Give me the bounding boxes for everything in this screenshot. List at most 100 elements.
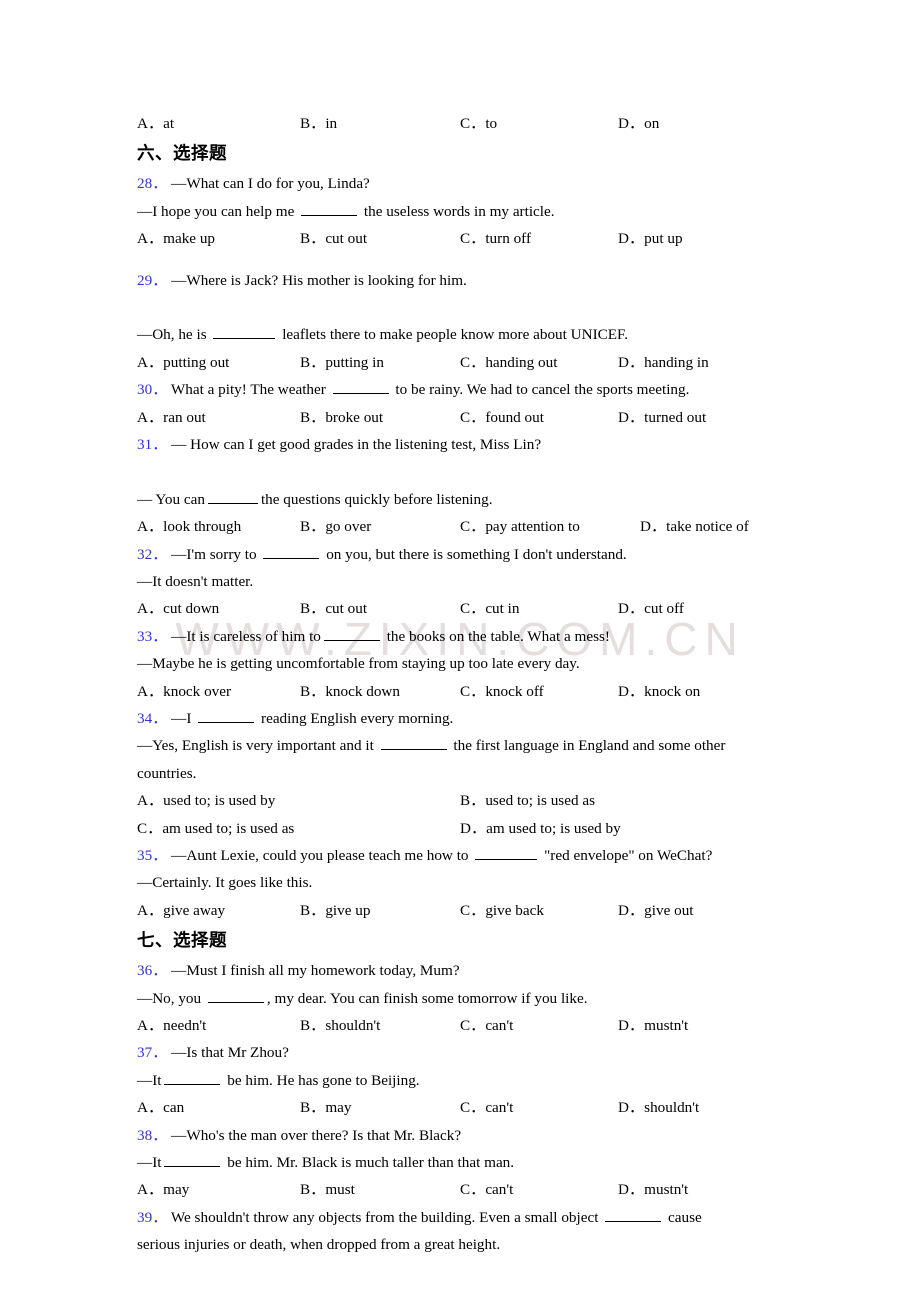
option-b[interactable]: B．broke out <box>300 404 383 431</box>
option-d[interactable]: D．knock on <box>618 678 700 705</box>
option-d[interactable]: D．give out <box>618 897 694 924</box>
option-a[interactable]: A．putting out <box>137 349 229 376</box>
option-d[interactable]: D．cut off <box>618 595 684 622</box>
answer-blank[interactable] <box>213 324 276 340</box>
question-34-number: 34． <box>137 709 168 727</box>
option-c[interactable]: C．knock off <box>460 678 544 705</box>
question-30-text-a: What a pity! The weather <box>170 381 330 399</box>
option-c[interactable]: C．cut in <box>460 595 519 622</box>
answer-blank[interactable] <box>164 1152 221 1167</box>
option-b[interactable]: B．may <box>300 1094 351 1121</box>
question-31-options: A．look through B．go over C．pay attention… <box>137 513 783 540</box>
question-38-text2b: be him. Mr. Black is much taller than th… <box>223 1154 515 1171</box>
option-d[interactable]: D．put up <box>618 225 683 252</box>
option-a[interactable]: A．can <box>137 1094 184 1121</box>
option-b[interactable]: B．go over <box>300 513 371 540</box>
option-b[interactable]: B．putting in <box>300 349 384 376</box>
answer-blank[interactable] <box>263 543 320 559</box>
option-d[interactable]: D．mustn't <box>618 1012 688 1039</box>
option-b[interactable]: B．knock down <box>300 678 400 705</box>
question-37-stem-line1: 37． —Is that Mr Zhou? <box>137 1039 783 1066</box>
question-34-options-row2: C．am used to; is used as D．am used to; i… <box>137 815 783 842</box>
question-38-text2a: —It <box>137 1154 162 1171</box>
option-b[interactable]: B．in <box>300 110 337 137</box>
question-39-number: 39． <box>137 1208 168 1226</box>
question-33-text-b: the books on the table. What a mess! <box>382 627 610 645</box>
option-c[interactable]: C．can't <box>460 1012 513 1039</box>
question-34-text2a: —Yes, English is very important and it <box>137 737 378 755</box>
option-b[interactable]: B．cut out <box>300 595 367 622</box>
option-a[interactable]: A．needn't <box>137 1012 206 1039</box>
option-c[interactable]: C．can't <box>460 1176 513 1203</box>
answer-blank[interactable] <box>475 845 538 860</box>
question-33-stem-line1: 33． —It is careless of him to the books … <box>137 623 783 650</box>
option-d[interactable]: D．on <box>618 110 659 137</box>
option-a[interactable]: A．used to; is used by <box>137 787 275 814</box>
question-37-options: A．can B．may C．can't D．shouldn't <box>137 1094 783 1121</box>
answer-blank[interactable] <box>207 488 258 504</box>
option-a[interactable]: A．cut down <box>137 595 219 622</box>
question-34-options-row1: A．used to; is used by B．used to; is used… <box>137 787 783 814</box>
option-a[interactable]: A．at <box>137 110 174 137</box>
question-29-text1: —Where is Jack? His mother is looking fo… <box>171 271 467 289</box>
answer-blank[interactable] <box>207 987 264 1003</box>
option-c[interactable]: C．found out <box>460 404 544 431</box>
question-35-text-b: "red envelope" on WeChat? <box>540 846 713 864</box>
answer-blank[interactable] <box>380 735 447 751</box>
option-b[interactable]: B．must <box>300 1176 355 1203</box>
question-36-number: 36． <box>137 962 168 980</box>
option-b[interactable]: B．used to; is used as <box>460 787 595 814</box>
option-b[interactable]: B．give up <box>300 897 370 924</box>
question-36-text1: —Must I finish all my homework today, Mu… <box>171 962 460 980</box>
option-d[interactable]: D．handing in <box>618 349 709 376</box>
question-31-number: 31． <box>137 435 168 453</box>
answer-blank[interactable] <box>164 1069 221 1085</box>
option-a[interactable]: A．look through <box>137 513 241 540</box>
question-30-text-b: to be rainy. We had to cancel the sports… <box>391 381 690 399</box>
question-36-options: A．needn't B．shouldn't C．can't D．mustn't <box>137 1012 783 1039</box>
option-b[interactable]: B．cut out <box>300 225 367 252</box>
option-d[interactable]: D．mustn't <box>618 1176 688 1203</box>
question-38-stem-line2: —It be him. Mr. Black is much taller tha… <box>137 1149 783 1176</box>
question-31-text2b: the questions quickly before listening. <box>260 490 493 508</box>
option-c[interactable]: C．am used to; is used as <box>137 815 294 842</box>
option-d[interactable]: D．take notice of <box>640 513 749 540</box>
question-38-text1: —Who's the man over there? Is that Mr. B… <box>171 1126 462 1144</box>
answer-blank[interactable] <box>323 625 380 641</box>
answer-blank[interactable] <box>198 708 255 723</box>
question-33-options: A．knock over B．knock down C．knock off D．… <box>137 678 783 705</box>
option-b[interactable]: B．shouldn't <box>300 1012 380 1039</box>
question-30-number: 30． <box>137 381 168 399</box>
question-28-stem-line1: 28． —What can I do for you, Linda? <box>137 170 783 197</box>
option-d[interactable]: D．am used to; is used by <box>460 815 621 842</box>
question-31-stem-line1: 31． — How can I get good grades in the l… <box>137 431 783 458</box>
question-34-stem-line2: —Yes, English is very important and it t… <box>137 732 783 759</box>
question-39-stem-line1: 39． We shouldn't throw any objects from … <box>137 1204 783 1231</box>
question-38-number: 38． <box>137 1126 168 1144</box>
answer-blank[interactable] <box>301 200 358 216</box>
option-a[interactable]: A．may <box>137 1176 189 1203</box>
option-c[interactable]: C．can't <box>460 1094 513 1121</box>
question-39-text-a: We shouldn't throw any objects from the … <box>170 1208 603 1226</box>
question-39-stem-line2: serious injuries or death, when dropped … <box>137 1236 501 1254</box>
option-c[interactable]: C．pay attention to <box>460 513 580 540</box>
answer-blank[interactable] <box>332 379 389 395</box>
option-c[interactable]: C．handing out <box>460 349 557 376</box>
option-c[interactable]: C．give back <box>460 897 544 924</box>
option-a[interactable]: A．give away <box>137 897 225 924</box>
question-29-options: A．putting out B．putting in C．handing out… <box>137 349 783 376</box>
option-a[interactable]: A．knock over <box>137 678 231 705</box>
section-heading-6: 六、选择题 <box>137 144 227 165</box>
option-d[interactable]: D．turned out <box>618 404 706 431</box>
answer-blank[interactable] <box>605 1206 662 1222</box>
question-32-text-a: —I'm sorry to <box>171 545 261 563</box>
option-c[interactable]: C．to <box>460 110 497 137</box>
option-a[interactable]: A．make up <box>137 225 215 252</box>
option-a[interactable]: A．ran out <box>137 404 206 431</box>
question-34-stem-line3: countries. <box>137 764 197 782</box>
option-c[interactable]: C．turn off <box>460 225 531 252</box>
question-34-text-b: reading English every morning. <box>257 709 454 727</box>
option-d[interactable]: D．shouldn't <box>618 1094 699 1121</box>
